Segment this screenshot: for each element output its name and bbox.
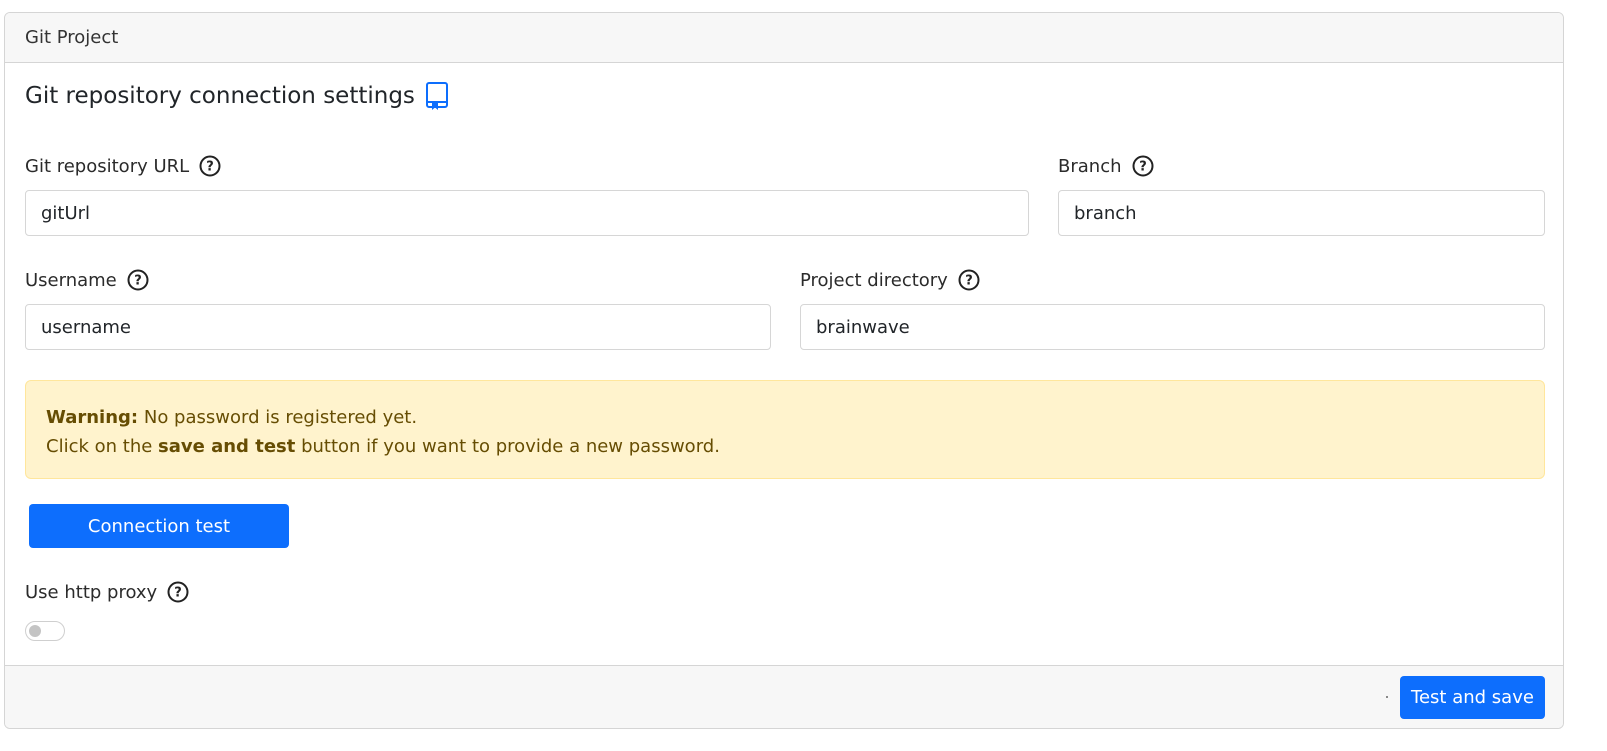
project-directory-input[interactable] xyxy=(800,304,1545,350)
help-circle-icon[interactable]: ? xyxy=(958,269,980,291)
git-project-panel: Git Project Git repository connection se… xyxy=(4,12,1564,729)
git-url-input[interactable] xyxy=(25,190,1029,236)
warning-line-1: Warning: No password is registered yet. xyxy=(46,403,1524,432)
help-circle-icon[interactable]: ? xyxy=(167,581,189,603)
username-label: Username ? xyxy=(25,269,149,291)
http-proxy-label: Use http proxy ? xyxy=(25,581,189,603)
toggle-knob xyxy=(29,625,41,637)
book-icon xyxy=(425,81,449,111)
section-title: Git repository connection settings xyxy=(25,81,449,111)
help-circle-icon[interactable]: ? xyxy=(127,269,149,291)
footer-dot xyxy=(1386,696,1388,698)
svg-text:?: ? xyxy=(965,274,973,289)
svg-text:?: ? xyxy=(206,160,214,175)
git-url-label: Git repository URL ? xyxy=(25,155,221,177)
panel-title: Git Project xyxy=(25,27,119,48)
warning-alert: Warning: No password is registered yet. … xyxy=(25,380,1545,479)
http-proxy-toggle[interactable] xyxy=(25,621,65,641)
svg-text:?: ? xyxy=(134,274,142,289)
svg-text:?: ? xyxy=(174,586,182,601)
test-and-save-button[interactable]: Test and save xyxy=(1400,676,1545,719)
branch-input[interactable] xyxy=(1058,190,1545,236)
username-input[interactable] xyxy=(25,304,771,350)
svg-text:?: ? xyxy=(1139,160,1147,175)
help-circle-icon[interactable]: ? xyxy=(1132,155,1154,177)
panel-footer xyxy=(5,665,1563,728)
connection-test-button[interactable]: Connection test xyxy=(29,504,289,548)
warning-prefix: Warning: xyxy=(46,407,139,428)
branch-label: Branch ? xyxy=(1058,155,1154,177)
project-directory-label: Project directory ? xyxy=(800,269,980,291)
panel-header: Git Project xyxy=(5,13,1563,63)
section-title-text: Git repository connection settings xyxy=(25,83,415,109)
warning-message: No password is registered yet. xyxy=(143,407,418,428)
help-circle-icon[interactable]: ? xyxy=(199,155,221,177)
warning-line-2: Click on the save and test button if you… xyxy=(46,436,720,457)
